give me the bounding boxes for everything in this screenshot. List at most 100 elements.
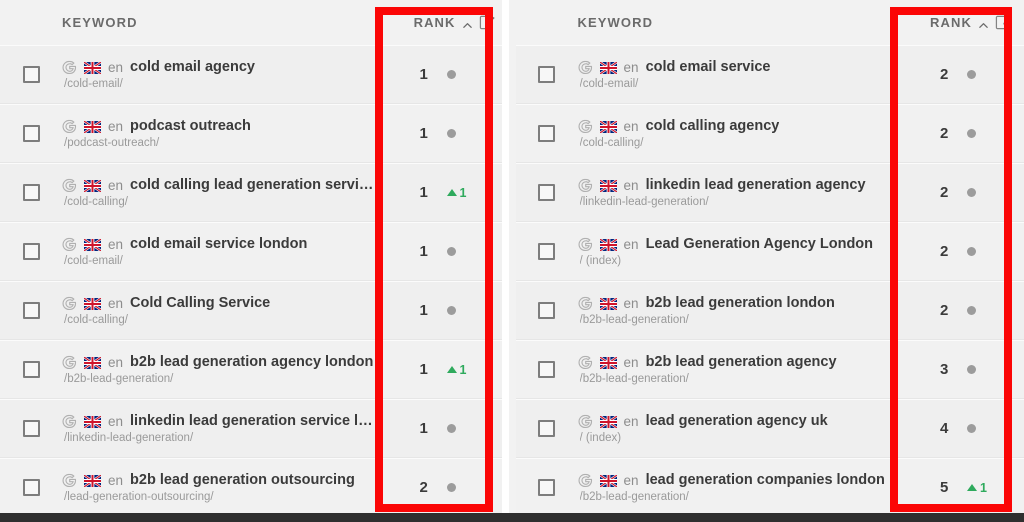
keyword-line: en b2b lead generation agency london (62, 354, 376, 370)
row-checkbox-cell[interactable] (0, 479, 62, 496)
table-row[interactable]: en cold email service london/cold-email/1 (0, 222, 502, 281)
table-row[interactable]: en b2b lead generation london/b2b-lead-ge… (515, 281, 1024, 340)
keyword-text[interactable]: cold email service (646, 59, 771, 75)
keyword-text[interactable]: linkedin lead generation agency (646, 177, 866, 193)
rank-cell: 2 (900, 125, 1024, 142)
keyword-text[interactable]: b2b lead generation london (646, 295, 835, 311)
rank-change-up: 1 (446, 363, 466, 377)
keyword-text[interactable]: b2b lead generation outsourcing (130, 472, 355, 488)
row-checkbox-cell[interactable] (516, 66, 578, 83)
keyword-text[interactable]: cold email agency (130, 59, 255, 75)
table-row[interactable]: en linkedin lead generation service londo… (0, 399, 502, 458)
table-row[interactable]: en Lead Generation Agency London / (index)… (515, 222, 1024, 281)
rank-cell: 2 (900, 184, 1024, 201)
uk-flag-icon (83, 61, 102, 75)
row-checkbox[interactable] (22, 243, 40, 260)
table-row[interactable]: en b2b lead generation agency london/b2b-… (0, 340, 502, 399)
row-checkbox[interactable] (22, 66, 40, 83)
row-checkbox[interactable] (538, 184, 556, 201)
edit-pencil-icon[interactable] (479, 14, 496, 31)
row-checkbox-cell[interactable] (0, 243, 62, 260)
rank-change-none (967, 424, 976, 433)
row-checkbox[interactable] (22, 479, 40, 496)
row-checkbox[interactable] (538, 302, 556, 319)
keyword-url[interactable]: /b2b-lead-generation/ (580, 373, 892, 385)
keyword-text[interactable]: linkedin lead generation service london (130, 413, 376, 429)
row-checkbox-cell[interactable] (0, 361, 62, 378)
keyword-text[interactable]: podcast outreach (130, 118, 251, 134)
keyword-text[interactable]: b2b lead generation agency london (130, 354, 373, 370)
row-checkbox[interactable] (538, 243, 556, 260)
keyword-text[interactable]: Lead Generation Agency London (646, 236, 873, 252)
table-row[interactable]: en b2b lead generation agency/b2b-lead-ge… (515, 340, 1024, 399)
keyword-url[interactable]: /lead-generation-outsourcing/ (64, 491, 376, 503)
row-checkbox-cell[interactable] (516, 125, 578, 142)
row-checkbox[interactable] (22, 184, 40, 201)
table-row[interactable]: en podcast outreach/podcast-outreach/1 (0, 104, 502, 163)
keyword-url[interactable]: / (index) (580, 255, 892, 267)
keyword-url[interactable]: /cold-email/ (580, 78, 892, 90)
row-checkbox-cell[interactable] (0, 302, 62, 319)
table-row[interactable]: en b2b lead generation outsourcing/lead-g… (0, 458, 502, 513)
neutral-dot-icon (967, 188, 976, 197)
keyword-text[interactable]: lead generation agency uk (646, 413, 828, 429)
keyword-url[interactable]: /b2b-lead-generation/ (580, 314, 892, 326)
column-header-rank[interactable]: RANK (414, 15, 456, 30)
row-checkbox-cell[interactable] (516, 479, 578, 496)
row-checkbox-cell[interactable] (516, 361, 578, 378)
row-checkbox-cell[interactable] (516, 302, 578, 319)
row-checkbox[interactable] (22, 302, 40, 319)
row-checkbox-cell[interactable] (516, 243, 578, 260)
keyword-text[interactable]: lead generation companies london (646, 472, 885, 488)
row-checkbox[interactable] (22, 420, 40, 437)
keyword-url[interactable]: / (index) (580, 432, 892, 444)
row-checkbox[interactable] (538, 361, 556, 378)
table-row[interactable]: en cold calling lead generation services /… (0, 163, 502, 222)
keyword-url[interactable]: /cold-calling/ (64, 196, 376, 208)
row-checkbox-cell[interactable] (0, 184, 62, 201)
keyword-url[interactable]: /podcast-outreach/ (64, 137, 376, 149)
row-checkbox-cell[interactable] (0, 420, 62, 437)
keyword-url[interactable]: /cold-calling/ (64, 314, 376, 326)
table-body-left: en cold email agency/cold-email/1 en podcas… (0, 45, 502, 513)
row-checkbox[interactable] (538, 479, 556, 496)
column-header-keyword[interactable]: KEYWORD (62, 15, 138, 30)
keyword-text[interactable]: Cold Calling Service (130, 295, 270, 311)
row-checkbox-cell[interactable] (516, 420, 578, 437)
keyword-text[interactable]: b2b lead generation agency (646, 354, 837, 370)
row-checkbox[interactable] (22, 361, 40, 378)
row-checkbox[interactable] (538, 420, 556, 437)
keyword-text[interactable]: cold calling agency (646, 118, 780, 134)
table-header-left: KEYWORD RANK (0, 0, 502, 45)
column-header-keyword[interactable]: KEYWORD (578, 15, 654, 30)
uk-flag-icon (83, 297, 102, 311)
keyword-url[interactable]: /linkedin-lead-generation/ (64, 432, 376, 444)
table-row[interactable]: en linkedin lead generation agency/linked… (515, 163, 1024, 222)
table-row[interactable]: en lead generation agency uk / (index) 4 (515, 399, 1024, 458)
edit-pencil-icon[interactable] (995, 14, 1012, 31)
table-row[interactable]: en lead generation companies london/b2b-l… (515, 458, 1024, 513)
table-row[interactable]: en cold email service/cold-email/2 (515, 45, 1024, 104)
language-code: en (623, 354, 639, 370)
chevron-up-icon[interactable] (978, 18, 989, 29)
uk-flag-icon (83, 474, 102, 488)
keyword-url[interactable]: /b2b-lead-generation/ (64, 373, 376, 385)
row-checkbox-cell[interactable] (516, 184, 578, 201)
keyword-url[interactable]: /linkedin-lead-generation/ (580, 196, 892, 208)
keyword-url[interactable]: /cold-calling/ (580, 137, 892, 149)
keyword-text[interactable]: cold email service london (130, 236, 307, 252)
keyword-text[interactable]: cold calling lead generation services (130, 177, 376, 193)
keyword-url[interactable]: /cold-email/ (64, 78, 376, 90)
table-row[interactable]: en cold email agency/cold-email/1 (0, 45, 502, 104)
keyword-url[interactable]: /cold-email/ (64, 255, 376, 267)
table-row[interactable]: en Cold Calling Service/cold-calling/1 (0, 281, 502, 340)
row-checkbox[interactable] (538, 125, 556, 142)
table-row[interactable]: en cold calling agency/cold-calling/2 (515, 104, 1024, 163)
row-checkbox-cell[interactable] (0, 125, 62, 142)
row-checkbox[interactable] (22, 125, 40, 142)
column-header-rank[interactable]: RANK (930, 15, 972, 30)
chevron-up-icon[interactable] (462, 18, 473, 29)
row-checkbox-cell[interactable] (0, 66, 62, 83)
keyword-url[interactable]: /b2b-lead-generation/ (580, 491, 892, 503)
row-checkbox[interactable] (538, 66, 556, 83)
